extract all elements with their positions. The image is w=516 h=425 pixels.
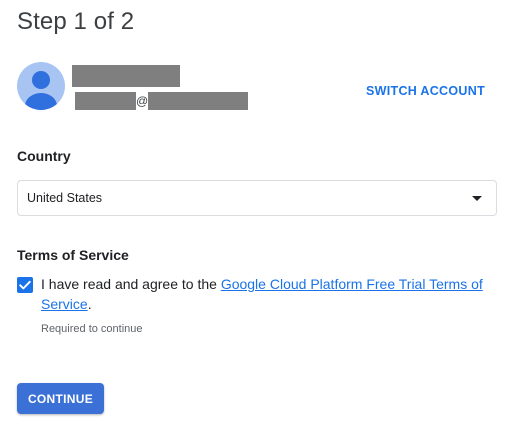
terms-checkbox[interactable] [17, 277, 33, 293]
country-select[interactable]: United States [17, 180, 497, 216]
avatar-person-body [25, 93, 57, 110]
account-name-redacted [72, 65, 180, 87]
check-icon [19, 280, 31, 290]
arrow-drop-down-icon [472, 196, 482, 201]
terms-agree-suffix: . [87, 296, 92, 312]
account-row: @ SWITCH ACCOUNT [17, 62, 497, 112]
country-label: Country [17, 148, 71, 164]
terms-label: Terms of Service [17, 247, 129, 263]
continue-button[interactable]: CONTINUE [17, 383, 104, 414]
avatar [17, 62, 65, 110]
signup-step-page: Step 1 of 2 @ SWITCH ACCOUNT Country Uni… [0, 0, 516, 425]
avatar-person-icon [32, 71, 50, 89]
country-select-value: United States [27, 191, 103, 205]
required-note: Required to continue [41, 323, 143, 335]
account-email-user-redacted [75, 92, 136, 110]
switch-account-button[interactable]: SWITCH ACCOUNT [366, 84, 485, 98]
terms-agree-text: I have read and agree to the Google Clou… [41, 274, 501, 314]
account-email-domain-redacted [148, 92, 248, 110]
email-at-sign: @ [136, 94, 149, 108]
terms-agree-prefix: I have read and agree to the [41, 276, 221, 292]
page-title: Step 1 of 2 [17, 8, 135, 35]
